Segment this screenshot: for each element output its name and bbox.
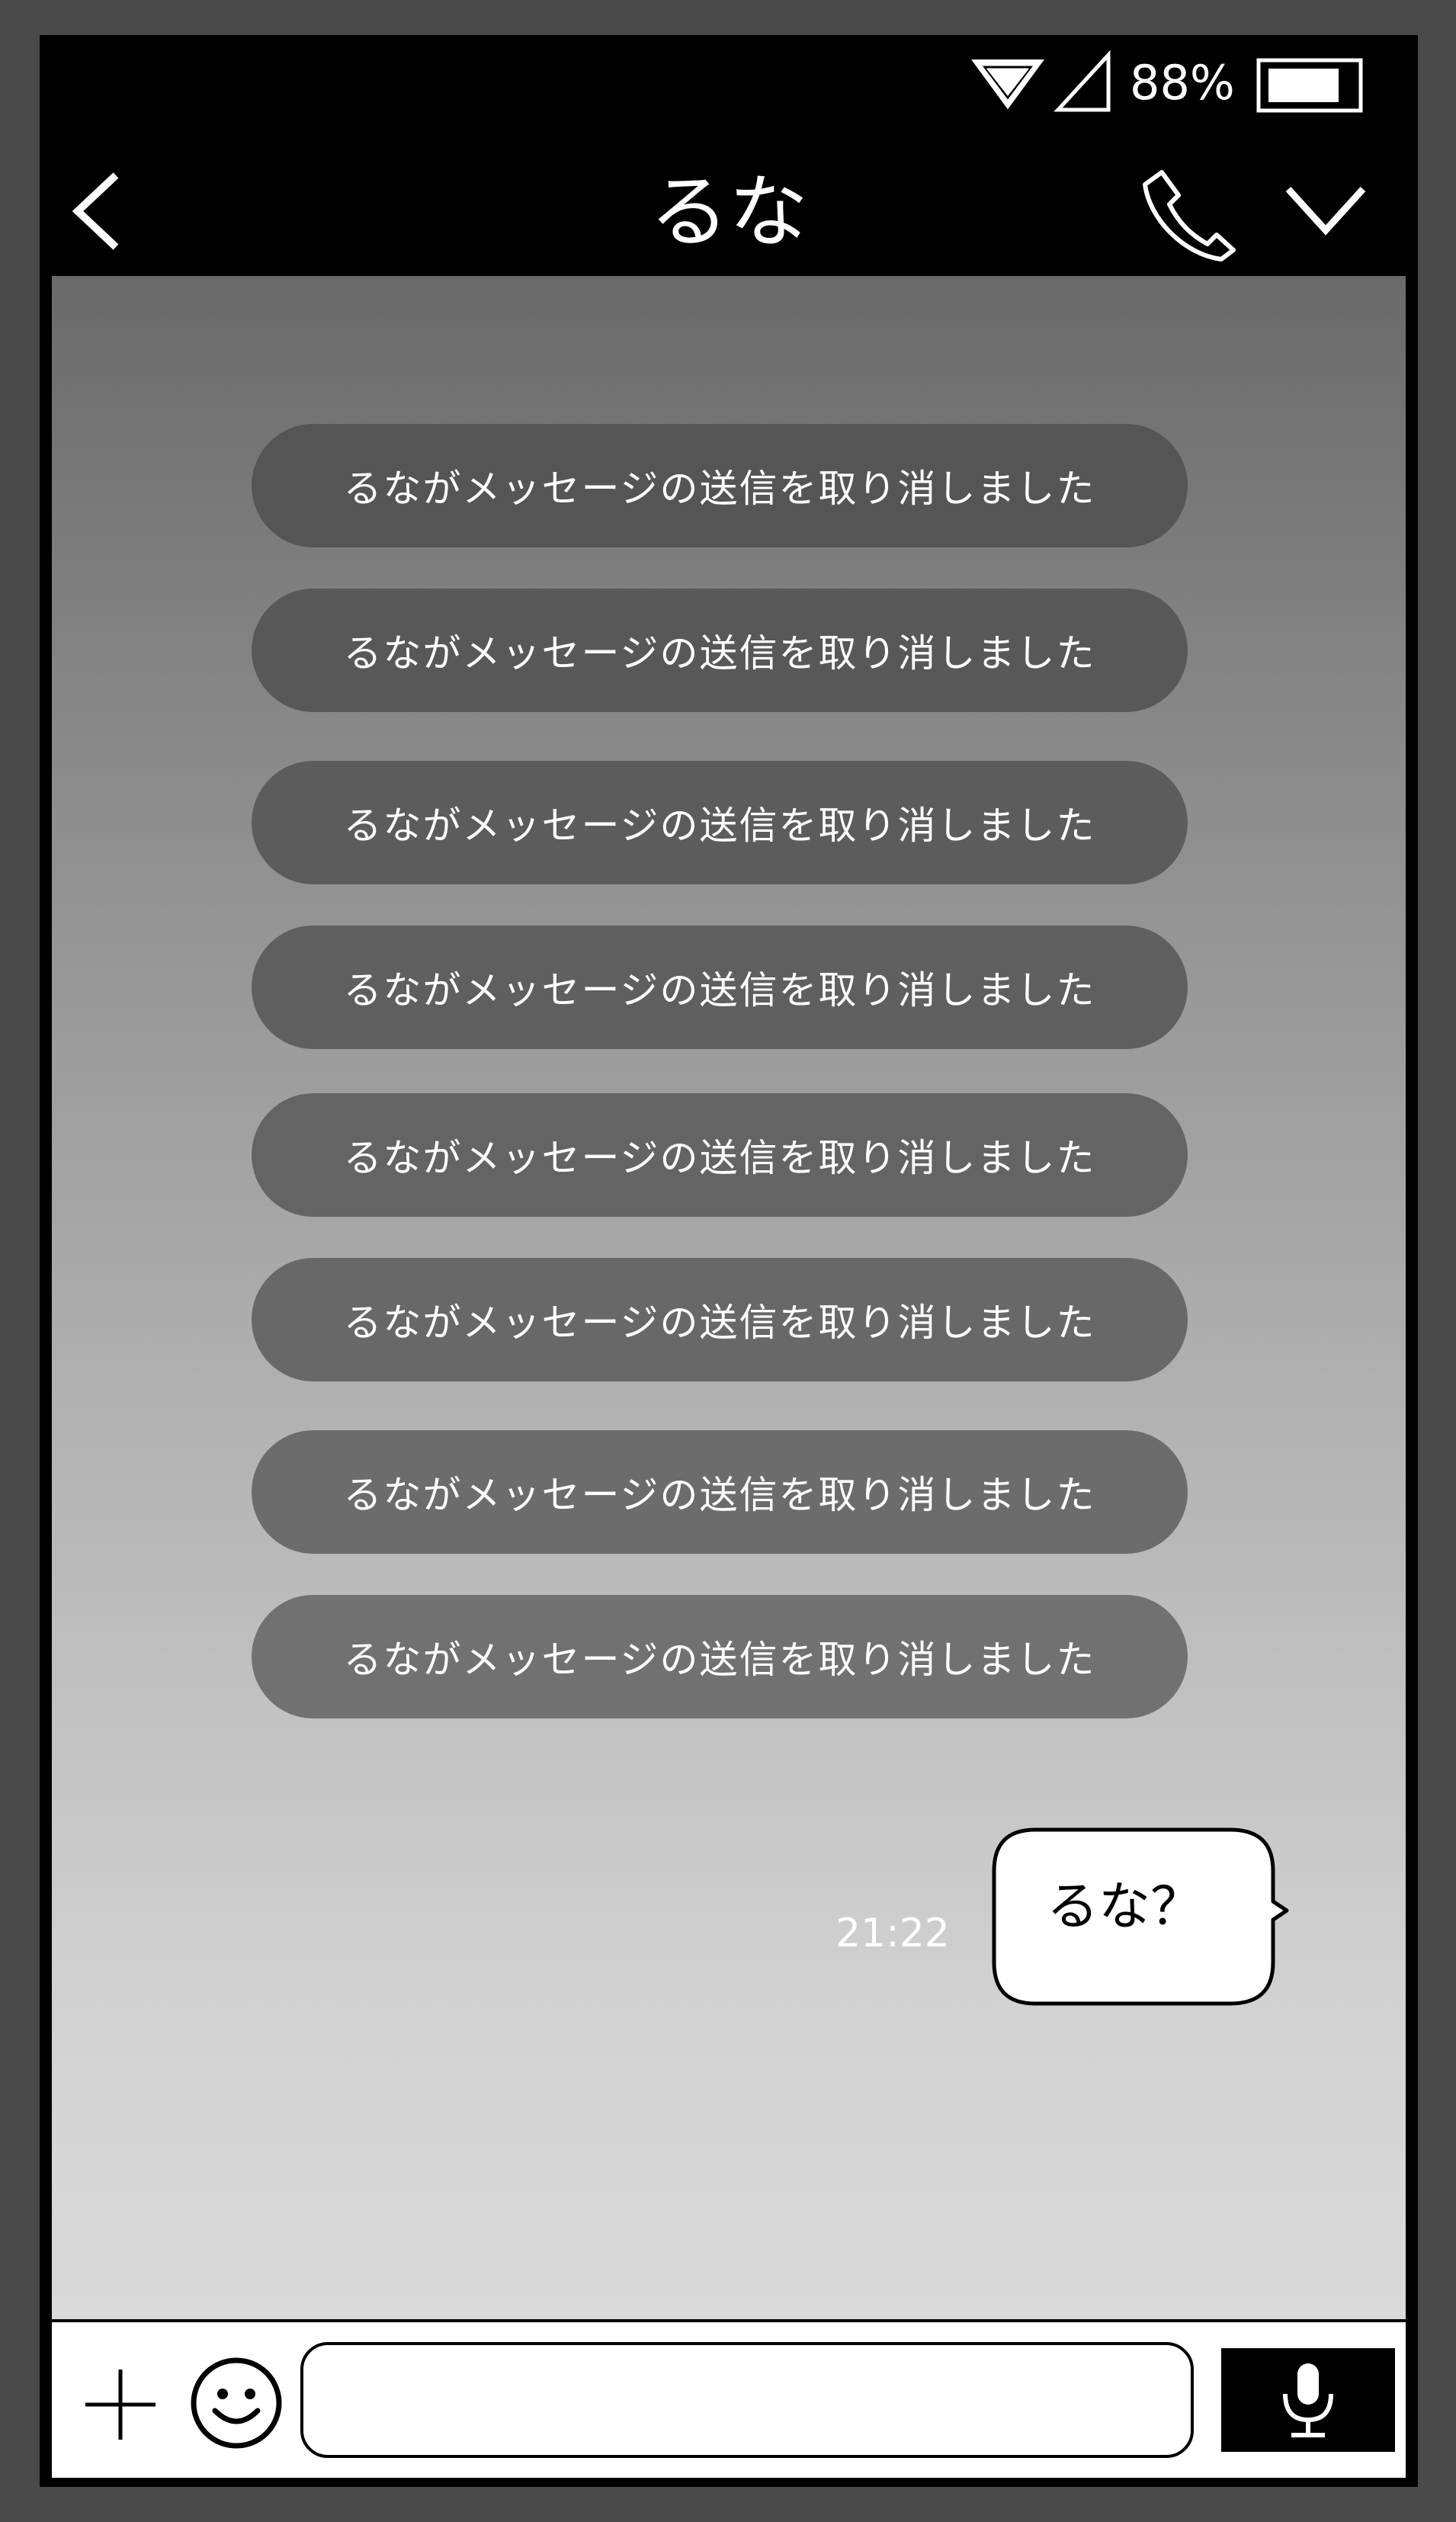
mic-button[interactable] [1221, 2348, 1395, 2452]
battery-icon [1256, 58, 1363, 113]
phone-icon[interactable] [1139, 165, 1238, 264]
input-bar [52, 2322, 1406, 2478]
unsent-notice: るながメッセージの送信を取り消しました [252, 589, 1188, 712]
plus-icon[interactable] [82, 2366, 159, 2443]
unsent-notice: るながメッセージの送信を取り消しました [252, 1430, 1188, 1554]
microphone-icon [1283, 2363, 1333, 2437]
unsent-notice: るながメッセージの送信を取り消しました [252, 1093, 1188, 1217]
unsent-notice: るながメッセージの送信を取り消しました [252, 926, 1188, 1049]
chat-area: るながメッセージの送信を取り消しました るながメッセージの送信を取り消しました … [52, 276, 1406, 2319]
wifi-icon [971, 59, 1044, 110]
sent-message-text: るな？ [1046, 1877, 1202, 1937]
unsent-notice: るながメッセージの送信を取り消しました [252, 424, 1188, 547]
unsent-notice: るながメッセージの送信を取り消しました [252, 1258, 1188, 1381]
unsent-notice: るながメッセージの送信を取り消しました [252, 761, 1188, 884]
chevron-down-icon[interactable] [1284, 180, 1368, 241]
message-timestamp: 21:22 [835, 1911, 950, 1956]
signal-icon [1054, 50, 1111, 112]
phone-screen: 88% るな るながメッセージの送信を取り消しました るながメッセージの送信を取… [40, 35, 1418, 2487]
battery-percent: 88% [1130, 55, 1235, 111]
emoji-icon[interactable] [189, 2356, 284, 2450]
message-input[interactable] [300, 2342, 1194, 2458]
unsent-notice: るながメッセージの送信を取り消しました [252, 1595, 1188, 1718]
status-bar: 88% [40, 35, 1418, 134]
